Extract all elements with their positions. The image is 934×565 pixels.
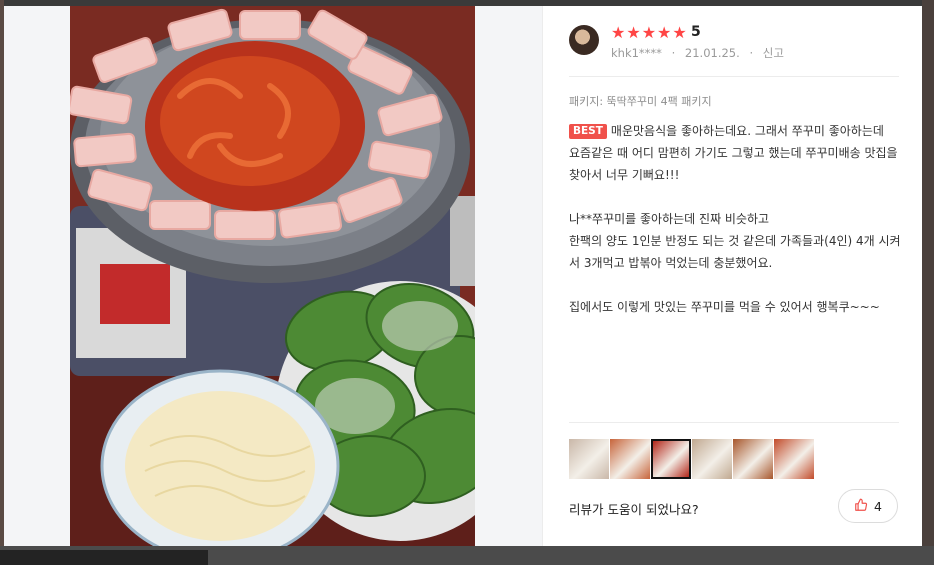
review-modal: ★ ★ ★ ★ ★ 5 khk1**** · 21.01.25. · 신고 패키지: 뚝… [4, 6, 922, 546]
review-date: 21.01.25. [684, 46, 740, 60]
star-icon: ★ [672, 23, 687, 42]
star-icon: ★ [657, 23, 672, 42]
meta-separator: · [749, 46, 754, 60]
photo-pane [4, 6, 542, 546]
backdrop-right [922, 0, 934, 565]
photo-thumbnail[interactable] [692, 439, 732, 479]
package-info: 패키지: 뚝딱쭈꾸미 4팩 패키지 [569, 95, 712, 108]
star-icon: ★ [611, 23, 626, 42]
helpful-count: 4 [874, 498, 882, 514]
rating-value: 5 [691, 24, 701, 40]
star-icon: ★ [626, 23, 641, 42]
star-icon: ★ [641, 23, 657, 42]
review-photo[interactable] [70, 6, 475, 546]
reviewer-id: khk1**** [611, 46, 662, 60]
photo-thumbnails [569, 439, 814, 479]
photo-thumbnail[interactable] [651, 439, 691, 479]
review-meta: khk1**** · 21.01.25. · 신고 [611, 45, 790, 61]
review-paragraph: 집에서도 이렇게 맛있는 쭈꾸미를 먹을 수 있어서 행복쿠~~~ [569, 300, 880, 314]
review-paragraph-text: 매운맛음식을 좋아하는데요. 그래서 쭈꾸미 좋아하는데 요즘같은 때 어디 맘… [569, 124, 898, 182]
photo-thumbnail[interactable] [733, 439, 773, 479]
helpful-question: 리뷰가 도움이 되었나요? [569, 502, 699, 517]
meta-separator: · [671, 46, 676, 60]
helpful-button[interactable]: 4 [838, 489, 898, 523]
avatar [569, 25, 599, 55]
photo-thumbnail[interactable] [774, 439, 814, 479]
divider [569, 422, 899, 423]
review-body: BEST 매운맛음식을 좋아하는데요. 그래서 쭈꾸미 좋아하는데 요즘같은 때 … [569, 120, 904, 318]
report-link[interactable]: 신고 [763, 46, 784, 60]
review-paragraph: 나**쭈꾸미를 좋아하는데 진짜 비슷하고 한팩의 양도 1인분 반정도 되는 … [569, 212, 901, 270]
star-rating: ★ ★ ★ ★ ★ [611, 23, 687, 43]
photo-thumbnail[interactable] [569, 439, 609, 479]
best-badge: BEST [569, 124, 607, 139]
thumb-up-icon [854, 497, 868, 516]
review-detail: ★ ★ ★ ★ ★ 5 khk1**** · 21.01.25. · 신고 패키지: 뚝… [542, 6, 922, 546]
backdrop-bottom-dark [0, 550, 208, 565]
photo-thumbnail[interactable] [610, 439, 650, 479]
divider [569, 76, 899, 77]
review-paragraph: BEST 매운맛음식을 좋아하는데요. 그래서 쭈꾸미 좋아하는데 요즘같은 때 … [569, 120, 904, 186]
